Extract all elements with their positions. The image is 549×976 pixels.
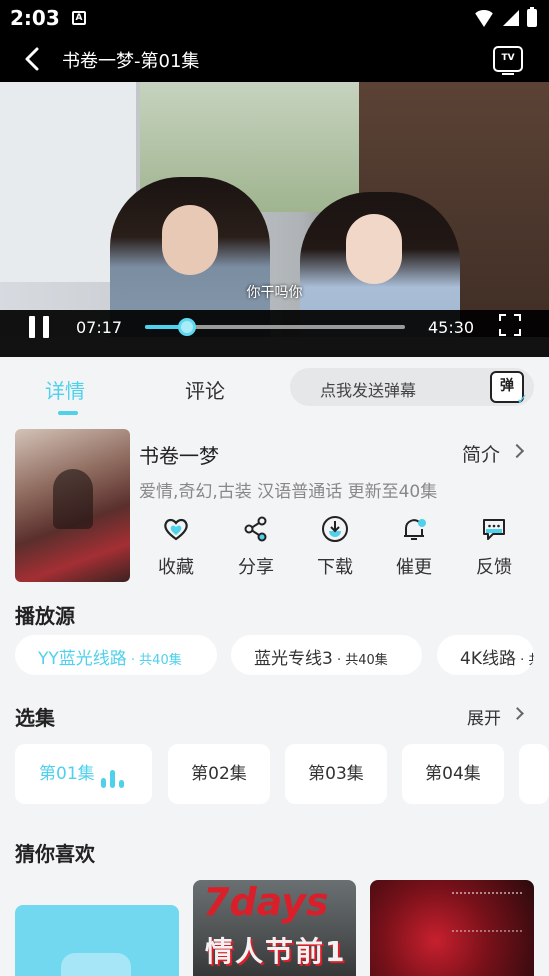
notification-icon: A xyxy=(72,11,86,25)
chevron-right-icon[interactable] xyxy=(511,707,524,720)
recommend-section-title: 猜你喜欢 xyxy=(15,842,95,866)
video-title: 书卷一梦-第01集 xyxy=(62,51,200,72)
pause-icon[interactable] xyxy=(28,316,50,338)
tab-indicator xyxy=(58,411,78,415)
play-placeholder-icon xyxy=(61,953,131,976)
bell-icon xyxy=(404,519,426,540)
episode-item[interactable]: 第02集 xyxy=(168,744,270,804)
episode-item[interactable]: 第04集 xyxy=(402,744,504,804)
source-count: · 共40集 xyxy=(332,653,388,668)
download-icon xyxy=(322,516,348,542)
show-meta: 爱情,奇幻,古装 汉语普通话 更新至40集 xyxy=(139,482,438,502)
feedback-label: 反馈 xyxy=(476,557,512,578)
source-count: · 共40集 xyxy=(520,653,534,668)
episode-label: 第03集 xyxy=(308,764,364,784)
wifi-icon xyxy=(473,9,495,27)
player-controls: 07:17 45:30 xyxy=(0,310,549,357)
video-subtitle: 你干吗你 xyxy=(246,285,303,301)
seek-bar[interactable] xyxy=(145,318,405,336)
favorite-label: 收藏 xyxy=(158,557,194,578)
recommend-card-subtitle: 情人节前1天 xyxy=(205,935,347,976)
feedback-button[interactable]: 反馈 xyxy=(469,515,519,579)
download-button[interactable]: 下载 xyxy=(310,515,360,579)
status-bar: 2:03 A xyxy=(0,0,549,36)
download-label: 下载 xyxy=(317,557,353,578)
battery-icon xyxy=(527,7,537,27)
player-header: 书卷一梦-第01集 TV xyxy=(0,36,549,82)
episode-label: 第01集 xyxy=(39,764,95,784)
recommend-card[interactable] xyxy=(370,880,534,976)
chevron-right-icon[interactable] xyxy=(509,443,525,459)
recommend-card[interactable]: 7days 情人节前1天 xyxy=(193,880,356,976)
recommend-card-title: 7days xyxy=(203,880,329,924)
recommend-card[interactable] xyxy=(15,905,179,976)
show-title: 书卷一梦 xyxy=(139,444,219,468)
source-name: 4K线路 xyxy=(460,649,516,669)
time-current: 07:17 xyxy=(76,318,123,337)
tab-comments[interactable]: 评论 xyxy=(185,375,225,404)
source-section-title: 播放源 xyxy=(15,604,75,628)
source-chip[interactable]: YY蓝光线路 · 共40集 xyxy=(15,635,217,675)
tab-details[interactable]: 详情 xyxy=(45,375,85,404)
episode-item[interactable] xyxy=(519,744,549,804)
seek-thumb[interactable] xyxy=(177,318,196,336)
remind-update-label: 催更 xyxy=(396,557,432,578)
danmu-input[interactable]: 点我发送弹幕 弹 xyxy=(290,368,534,407)
share-icon xyxy=(244,516,267,542)
expand-link[interactable]: 展开 xyxy=(467,704,501,729)
status-icons xyxy=(473,7,537,27)
signal-icon xyxy=(503,10,519,26)
recommend-card-poster-text xyxy=(452,892,522,932)
tabs-row: 详情 评论 点我发送弹幕 弹 xyxy=(0,357,549,415)
favorite-button[interactable]: 收藏 xyxy=(151,515,201,579)
intro-link[interactable]: 简介 xyxy=(462,440,500,467)
episode-item[interactable]: 第01集 xyxy=(15,744,152,804)
feedback-icon xyxy=(483,519,505,540)
episode-item[interactable]: 第03集 xyxy=(285,744,387,804)
heart-icon xyxy=(164,518,188,541)
show-poster xyxy=(15,429,130,582)
source-count: · 共40集 xyxy=(126,653,182,668)
episode-label: 第02集 xyxy=(191,764,247,784)
episodes-section-title: 选集 xyxy=(15,706,55,730)
share-button[interactable]: 分享 xyxy=(231,515,281,579)
back-icon[interactable] xyxy=(20,46,46,72)
source-name: 蓝光专线3 xyxy=(254,649,333,669)
episode-label: 第04集 xyxy=(425,764,481,784)
source-chip[interactable]: 蓝光专线3 · 共40集 xyxy=(231,635,422,675)
share-label: 分享 xyxy=(238,557,274,578)
source-name: YY蓝光线路 xyxy=(38,649,127,669)
playing-indicator-icon xyxy=(101,768,129,788)
cast-tv-icon[interactable]: TV xyxy=(493,46,523,75)
time-total: 45:30 xyxy=(428,318,475,337)
source-chip[interactable]: 4K线路 · 共40集 xyxy=(437,635,534,675)
fullscreen-icon[interactable] xyxy=(499,314,521,336)
danmu-placeholder: 点我发送弹幕 xyxy=(320,381,417,400)
status-time: 2:03 xyxy=(10,6,60,30)
danmu-toggle-icon[interactable]: 弹 xyxy=(490,371,528,407)
remind-update-button[interactable]: 催更 xyxy=(389,515,439,579)
